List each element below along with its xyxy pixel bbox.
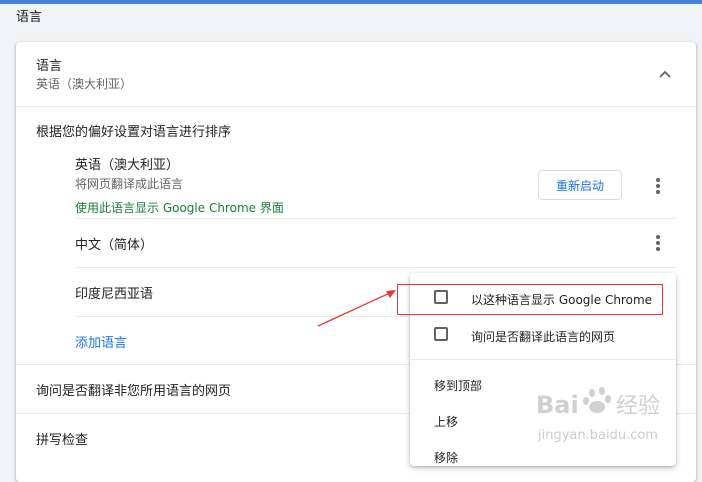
languages-header-subtitle: 英语（澳大利亚） [36, 77, 133, 91]
more-vert-icon[interactable] [648, 176, 668, 196]
menu-item-label: 以这种语言显示 Google Chrome [471, 293, 653, 307]
chevron-up-icon[interactable] [657, 67, 673, 83]
menu-item-move-up[interactable]: 上移 [410, 403, 676, 439]
menu-item-remove[interactable]: 移除 [410, 439, 676, 475]
menu-item-display-chrome-in-language[interactable]: 以这种语言显示 Google Chrome [410, 281, 676, 317]
more-vert-icon[interactable] [648, 233, 668, 253]
language-name: 英语（澳大利亚） [75, 158, 180, 173]
divider [16, 106, 696, 107]
restart-button[interactable]: 重新启动 [538, 170, 622, 200]
offer-translate-row[interactable]: 询问是否翻译非您所用语言的网页 [36, 380, 231, 399]
divider [75, 267, 676, 268]
menu-item-move-to-top[interactable]: 移到顶部 [410, 367, 676, 403]
top-accent-bar [0, 0, 702, 4]
menu-item-label: 询问是否翻译此语言的网页 [471, 330, 616, 344]
menu-item-label: 上移 [434, 415, 459, 429]
menu-divider [410, 359, 676, 360]
checkbox[interactable] [434, 327, 448, 341]
language-ui-note: 使用此语言显示 Google Chrome 界面 [75, 201, 284, 215]
language-name: 印度尼西亚语 [75, 287, 154, 302]
language-context-menu: 以这种语言显示 Google Chrome 询问是否翻译此语言的网页 移到顶部 … [410, 273, 676, 466]
language-order-description: 根据您的偏好设置对语言进行排序 [36, 125, 232, 140]
menu-item-label: 移到顶部 [434, 379, 483, 393]
menu-item-offer-translate[interactable]: 询问是否翻译此语言的网页 [410, 318, 676, 354]
language-name: 中文（简体） [75, 238, 154, 253]
menu-item-label: 移除 [434, 451, 459, 465]
add-language-link[interactable]: 添加语言 [75, 332, 127, 351]
divider [75, 218, 676, 219]
checkbox[interactable] [434, 290, 448, 304]
languages-header-title: 语言 [36, 59, 63, 74]
section-title: 语言 [16, 10, 43, 25]
spell-check-row[interactable]: 拼写检查 [36, 429, 88, 448]
language-translate-note: 将网页翻译成此语言 [75, 177, 184, 191]
